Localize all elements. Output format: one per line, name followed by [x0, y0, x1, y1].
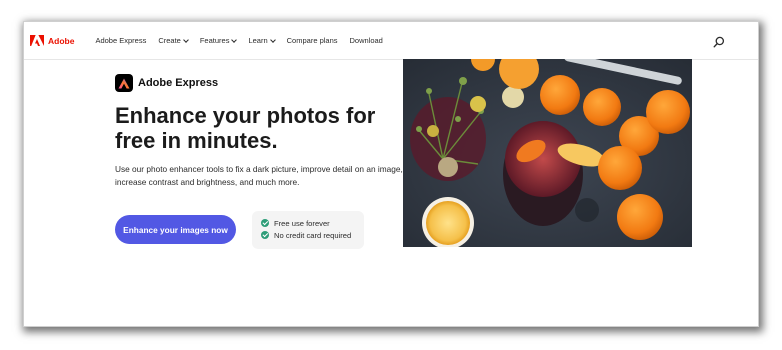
- nav-item-adobe-express[interactable]: Adobe Express: [95, 36, 146, 45]
- benefit-label: No credit card required: [274, 230, 352, 240]
- nav-item-label: Features: [199, 36, 230, 45]
- benefit-item: No credit card required: [261, 229, 364, 241]
- chevron-down-icon: [231, 36, 238, 43]
- app-badge: Adobe Express: [115, 74, 218, 92]
- nav-item-label: Compare plans: [286, 36, 338, 45]
- nav-item-compare-plans[interactable]: Compare plans: [287, 36, 338, 45]
- nav-item-label: Create: [158, 36, 181, 45]
- nav-item-learn[interactable]: Learn: [248, 36, 276, 45]
- chevron-down-icon: [269, 36, 276, 43]
- nav-item-label: Learn: [248, 36, 268, 45]
- check-circle-icon: [261, 219, 269, 227]
- adobe-logo-icon: [30, 35, 44, 46]
- nav-menu: Adobe Express Create Features Learn Comp…: [95, 36, 394, 45]
- nav-item-download[interactable]: Download: [350, 36, 383, 45]
- chevron-down-icon: [183, 36, 189, 43]
- search-icon[interactable]: [713, 36, 725, 48]
- nav-item-label: Adobe Express: [95, 36, 147, 45]
- benefits-box: Free use forever No credit card required: [252, 211, 364, 249]
- adobe-brand[interactable]: Adobe: [30, 35, 74, 46]
- hero-photo: [403, 59, 692, 247]
- nav-item-features[interactable]: Features: [199, 36, 238, 45]
- hero-description: Use our photo enhancer tools to fix a da…: [115, 164, 403, 187]
- nav-item-label: Download: [349, 36, 383, 45]
- check-circle-icon: [261, 231, 269, 239]
- enhance-images-button[interactable]: Enhance your images now: [115, 215, 236, 244]
- page-title: Enhance your photos for free in minutes.: [115, 103, 376, 153]
- adobe-express-icon: [115, 74, 133, 92]
- brand-label: Adobe: [48, 35, 75, 46]
- app-name: Adobe Express: [138, 77, 219, 89]
- nav-item-create[interactable]: Create: [158, 36, 189, 45]
- benefit-label: Free use forever: [274, 218, 330, 228]
- top-nav: Adobe Adobe Express Create Features Lear…: [24, 22, 758, 60]
- browser-frame: Adobe Adobe Express Create Features Lear…: [24, 22, 758, 326]
- benefit-item: Free use forever: [261, 217, 364, 229]
